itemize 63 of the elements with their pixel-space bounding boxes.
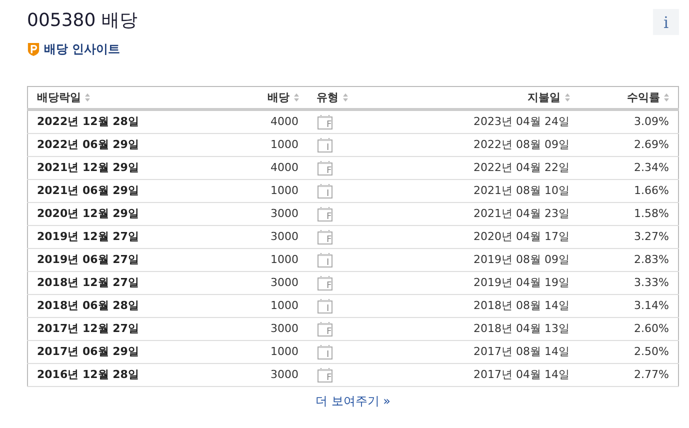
- dividend-cell: 3000: [270, 368, 298, 382]
- dividend-cell: 1000: [270, 253, 298, 266]
- column-header[interactable]: 배당: [268, 90, 298, 105]
- pay-date-cell: 2018년 04월 13일: [474, 322, 570, 336]
- show-more-link[interactable]: 더 보여주기 »: [316, 394, 390, 408]
- dividend-cell: 3000: [270, 230, 298, 244]
- pay-date-cell: 2018년 08월 14일: [474, 299, 570, 312]
- yield-cell: 3.09%: [634, 115, 669, 128]
- pay-date-cell: 2017년 08월 14일: [474, 345, 570, 358]
- sort-icon: [342, 93, 348, 102]
- dividend-cell: 1000: [270, 299, 298, 312]
- dividend-cell: 4000: [270, 161, 298, 174]
- pay-date-cell: 2021년 04월 23일: [474, 207, 570, 220]
- yield-cell: 2.50%: [634, 345, 669, 358]
- yield-cell: 2.60%: [634, 322, 669, 336]
- column-header[interactable]: 배당락일: [37, 90, 90, 105]
- pay-date-cell: 2021년 08월 10일: [474, 184, 570, 198]
- column-header[interactable]: 유형: [316, 90, 348, 105]
- dividend-cell: 4000: [270, 115, 298, 128]
- info-button[interactable]: i: [653, 9, 679, 35]
- ex-date-cell: 2022년 12월 28일: [37, 115, 139, 128]
- pay-date-cell: 2023년 04월 24일: [474, 115, 570, 128]
- ex-date-cell: 2017년 12월 27일: [37, 322, 139, 336]
- yield-cell: 2.83%: [634, 253, 669, 266]
- dividend-cell: 1000: [270, 184, 298, 198]
- yield-cell: 3.14%: [634, 299, 669, 312]
- ex-date-cell: 2021년 06월 29일: [37, 184, 139, 198]
- dividend-cell: 3000: [270, 276, 298, 290]
- dividend-cell: 3000: [270, 322, 298, 336]
- ex-date-cell: 2017년 06월 29일: [37, 345, 139, 358]
- ex-date-cell: 2020년 12월 29일: [37, 207, 139, 220]
- pay-date-cell: 2022년 08월 09일: [474, 138, 570, 152]
- shield-icon: [27, 42, 40, 57]
- sort-icon: [85, 93, 90, 102]
- insight-link[interactable]: 배당 인사이트: [44, 41, 120, 58]
- pay-date-cell: 2019년 08월 09일: [474, 253, 570, 266]
- yield-cell: 1.58%: [634, 207, 669, 220]
- yield-cell: 2.77%: [634, 368, 669, 382]
- ex-date-cell: 2021년 12월 29일: [37, 161, 139, 174]
- yield-cell: 2.34%: [634, 161, 669, 174]
- sort-icon: [564, 93, 570, 102]
- column-header[interactable]: 지불일: [528, 90, 570, 105]
- ex-date-cell: 2022년 06월 29일: [37, 138, 139, 152]
- ex-date-cell: 2018년 06월 28일: [37, 299, 139, 312]
- ex-date-cell: 2016년 12월 28일: [37, 368, 139, 382]
- pay-date-cell: 2017년 04월 14일: [474, 368, 570, 382]
- sort-icon: [294, 93, 298, 102]
- pay-date-cell: 2019년 04월 19일: [474, 276, 570, 290]
- yield-cell: 3.33%: [634, 276, 669, 290]
- dividend-cell: 3000: [270, 207, 298, 220]
- yield-cell: 2.69%: [634, 138, 669, 152]
- column-header[interactable]: 수익률: [627, 90, 669, 105]
- yield-cell: 1.66%: [634, 184, 669, 198]
- dividend-cell: 1000: [270, 345, 298, 358]
- sort-icon: [664, 93, 669, 102]
- dividend-cell: 1000: [270, 138, 298, 152]
- page-title: 005380 배당: [27, 9, 138, 32]
- pay-date-cell: 2020년 04월 17일: [474, 230, 570, 244]
- ex-date-cell: 2019년 06월 27일: [37, 253, 139, 266]
- ex-date-cell: 2019년 12월 27일: [37, 230, 139, 244]
- ex-date-cell: 2018년 12월 27일: [37, 276, 139, 290]
- yield-cell: 3.27%: [634, 230, 669, 244]
- pay-date-cell: 2022년 04월 22일: [474, 161, 570, 174]
